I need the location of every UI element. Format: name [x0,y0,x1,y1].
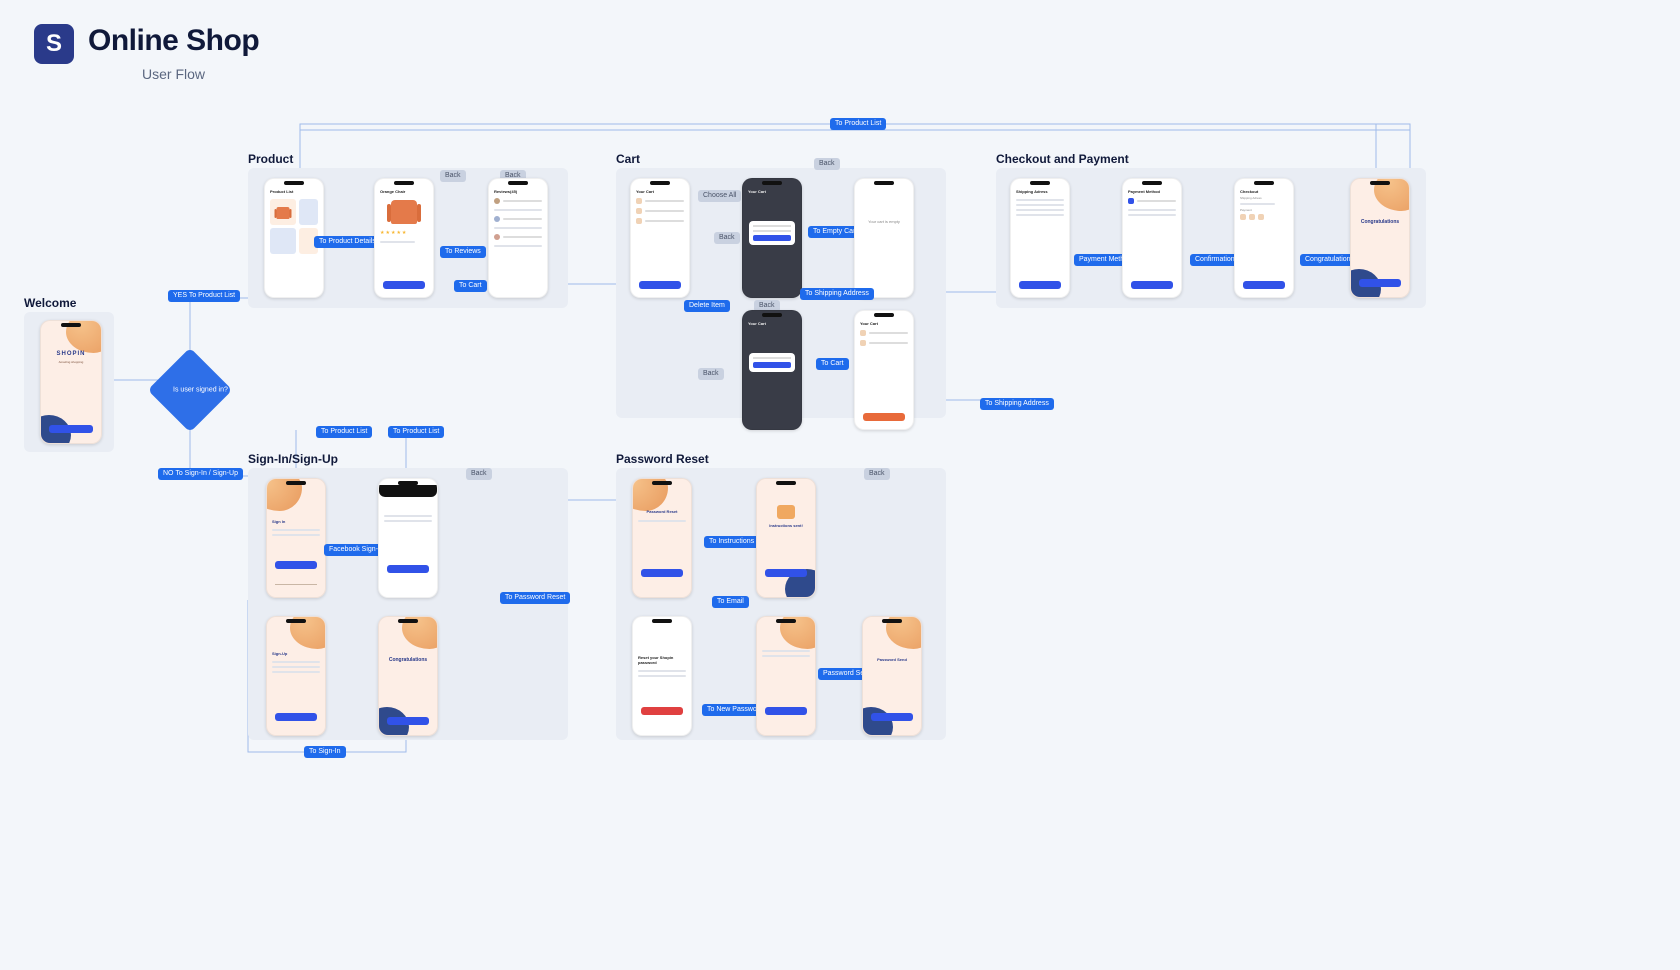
screen-facebook[interactable] [378,478,438,598]
edge-to-password-reset: To Password Reset [500,592,570,604]
edge-yes: YES To Product List [168,290,240,302]
section-label-password: Password Reset [616,452,709,466]
screen-shipping[interactable]: Shipping Adress [1010,178,1070,298]
edge-to-product-details: To Product Details [314,236,381,248]
logo: S [34,24,74,64]
screen-pwd-reset[interactable]: Password Reset [632,478,692,598]
screen-signin[interactable]: Sign In [266,478,326,598]
edge-back-cart-3: Back [698,368,724,380]
edge-to-shipping-1: To Shipping Address [800,288,874,300]
screen-cart-empty[interactable]: Your cart is empty [854,178,914,298]
section-label-welcome: Welcome [24,296,76,310]
edge-back-cart-top: Back [814,158,840,170]
page-title: Online Shop [88,24,259,58]
decision-signed-in[interactable]: Is user signed in? [148,348,233,433]
edge-to-product-list-b: To Product List [388,426,444,438]
section-label-product: Product [248,152,293,166]
edge-choose-all: Choose All [698,190,741,202]
screen-product-detail[interactable]: Orange Chair ★★★★★ [374,178,434,298]
header: S Online Shop [34,24,259,64]
screen-instructions-sent[interactable]: Instructions sent! [756,478,816,598]
screen-congrats-auth[interactable]: Congratulations [378,616,438,736]
section-label-cart: Cart [616,152,640,166]
screen-new-password[interactable] [756,616,816,736]
edge-to-product-list-a: To Product List [316,426,372,438]
screen-cart-modal-delete[interactable]: Your Cart [742,310,802,430]
screen-cart[interactable]: Your Cart [630,178,690,298]
edge-back-signin: Back [466,468,492,480]
screen-signup[interactable]: Sign-Up [266,616,326,736]
edge-to-email: To Email [712,596,749,608]
screen-password-sent[interactable]: Password Send [862,616,922,736]
edge-to-reviews: To Reviews [440,246,486,258]
screen-payment[interactable]: Payment Method [1122,178,1182,298]
edge-no: NO To Sign-In / Sign-Up [158,468,243,480]
edge-to-instructions: To Instructions [704,536,759,548]
screen-cart-modal-choose[interactable]: Your Cart [742,178,802,298]
edge-back-cart: Back [714,232,740,244]
edge-to-shipping-2: To Shipping Address [980,398,1054,410]
edge-back-pwd: Back [864,468,890,480]
section-label-signin: Sign-In/Sign-Up [248,452,338,466]
screen-welcome[interactable]: SHOPIN Amazing shopping [40,320,102,444]
edge-delete-item: Delete Item [684,300,730,312]
screen-checkout[interactable]: Checkout Shipping Adress Payment [1234,178,1294,298]
page-subtitle: User Flow [142,66,205,82]
screen-cart-single[interactable]: Your Cart [854,310,914,430]
section-label-checkout: Checkout and Payment [996,152,1129,166]
edge-back-1: Back [440,170,466,182]
edge-to-cart-1: To Cart [454,280,487,292]
edge-confirmation: Confirmation [1190,254,1240,266]
edge-to-cart-2: To Cart [816,358,849,370]
screen-congrats[interactable]: Congratulations [1350,178,1410,298]
screen-reset-form[interactable]: Reset your Shopin password [632,616,692,736]
screen-reviews[interactable]: Reviews(45) [488,178,548,298]
edge-to-product-list-top: To Product List [830,118,886,130]
edge-to-signin: To Sign-In [304,746,346,758]
